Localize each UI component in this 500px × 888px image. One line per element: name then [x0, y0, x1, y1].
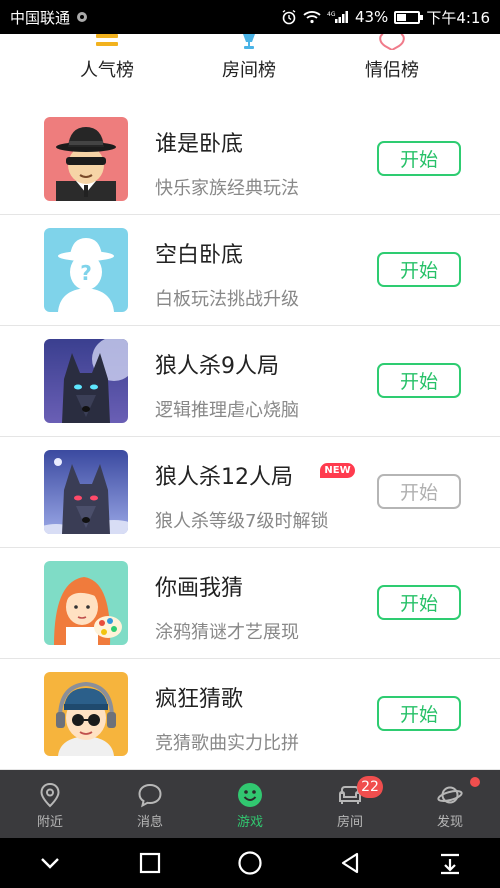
app-notification-icon: [76, 11, 88, 23]
tab-label: 附近: [36, 815, 63, 830]
notification-pull-button[interactable]: [430, 843, 470, 883]
tab-messages[interactable]: 消息: [100, 770, 200, 838]
bottom-tab-bar: 附近 消息 游戏 房间 22 发现: [0, 770, 500, 838]
tab-label: 发现: [436, 815, 463, 830]
game-item-werewolf-12[interactable]: 狼人杀12人局 NEW 狼人杀等级7级时解锁 开始: [0, 437, 500, 548]
game-description: 快乐家族经典玩法: [155, 178, 299, 199]
start-button[interactable]: 开始: [377, 696, 461, 731]
home-button[interactable]: [230, 843, 270, 883]
unread-count-badge: 22: [357, 776, 383, 798]
carrier-name: 中国联通: [10, 8, 71, 27]
game-title: 狼人杀12人局: [155, 465, 293, 490]
game-description: 白板玩法挑战升级: [155, 289, 299, 310]
tab-rooms[interactable]: 房间 22: [300, 770, 400, 838]
game-item-werewolf-9[interactable]: 狼人杀9人局 逻辑推理虐心烧脑 开始: [0, 326, 500, 437]
room-trophy-icon: [243, 34, 255, 49]
headphone-boy-avatar-icon: [44, 672, 128, 756]
signal-icon: 4G: [327, 10, 349, 24]
tab-room-ranking[interactable]: 房间榜: [189, 34, 309, 100]
undercover-avatar-icon: [44, 117, 128, 201]
game-description: 逻辑推理虐心烧脑: [155, 400, 299, 421]
tab-label: 消息: [136, 815, 163, 830]
game-title: 谁是卧底: [155, 132, 244, 157]
start-button[interactable]: 开始: [377, 141, 461, 176]
back-triangle-icon: [341, 852, 359, 874]
category-label: 情侣榜: [365, 60, 419, 81]
game-description: 竞猜歌曲实力比拼: [155, 733, 299, 754]
heart-icon: [379, 34, 405, 50]
smiley-icon: [238, 783, 262, 807]
popularity-icon: [96, 34, 118, 46]
circle-icon: [238, 851, 262, 875]
square-icon: [139, 852, 161, 874]
ranking-strip: 人气榜 房间榜 情侣榜: [0, 34, 500, 100]
location-pin-icon: [40, 782, 60, 808]
start-button[interactable]: 开始: [377, 585, 461, 620]
tab-label: 房间: [336, 815, 363, 830]
category-label: 人气榜: [80, 60, 134, 81]
recent-apps-button[interactable]: [130, 843, 170, 883]
start-button-locked[interactable]: 开始: [377, 474, 461, 509]
system-nav-bar: [0, 838, 500, 888]
tab-games[interactable]: 游戏: [200, 770, 300, 838]
alarm-icon: [281, 9, 297, 25]
game-title: 你画我猜: [155, 576, 244, 601]
category-label: 房间榜: [222, 60, 276, 81]
network-type: 4G: [327, 11, 336, 18]
tab-discover[interactable]: 发现: [400, 770, 500, 838]
back-button[interactable]: [330, 843, 370, 883]
tab-popularity-ranking[interactable]: 人气榜: [47, 34, 167, 100]
game-item-guess-song[interactable]: 疯狂猜歌 竞猜歌曲实力比拼 开始: [0, 659, 500, 770]
painter-girl-avatar-icon: [44, 561, 128, 645]
werewolf-red-eyes-avatar-icon: [44, 450, 128, 534]
chevron-down-icon: [41, 858, 59, 869]
pull-down-icon: [441, 853, 459, 875]
game-item-draw-guess[interactable]: 你画我猜 涂鸦猜谜才艺展现 开始: [0, 548, 500, 659]
mystery-person-avatar-icon: ?: [44, 228, 128, 312]
start-button[interactable]: 开始: [377, 252, 461, 287]
status-bar: 中国联通 4G 43% 下午4:16: [0, 0, 500, 34]
chat-bubble-icon: [138, 783, 162, 808]
game-description: 狼人杀等级7级时解锁: [155, 511, 329, 532]
battery-percent: 43%: [354, 8, 389, 26]
game-title: 空白卧底: [155, 243, 244, 268]
game-description: 涂鸦猜谜才艺展现: [155, 622, 299, 643]
tab-nearby[interactable]: 附近: [0, 770, 100, 838]
game-item-undercover[interactable]: 谁是卧底 快乐家族经典玩法 开始: [0, 104, 500, 215]
game-item-blank-undercover[interactable]: ? 空白卧底 白板玩法挑战升级 开始: [0, 215, 500, 326]
game-list: 谁是卧底 快乐家族经典玩法 开始 ? 空白卧底 白板玩法挑战升级 开始 狼人杀9…: [0, 104, 500, 770]
werewolf-avatar-icon: [44, 339, 128, 423]
notification-dot: [470, 777, 480, 787]
battery-icon: [394, 10, 424, 24]
clock-time: 下午4:16: [426, 8, 490, 27]
svg-text:?: ?: [80, 261, 92, 285]
new-badge: NEW: [320, 463, 355, 478]
game-title: 狼人杀9人局: [155, 354, 279, 379]
game-title: 疯狂猜歌: [155, 687, 244, 712]
start-button[interactable]: 开始: [377, 363, 461, 398]
tab-label: 游戏: [236, 815, 263, 830]
tab-couple-ranking[interactable]: 情侣榜: [332, 34, 452, 100]
planet-icon: [437, 786, 463, 804]
hide-nav-button[interactable]: [30, 843, 70, 883]
wifi-icon: [303, 10, 321, 24]
